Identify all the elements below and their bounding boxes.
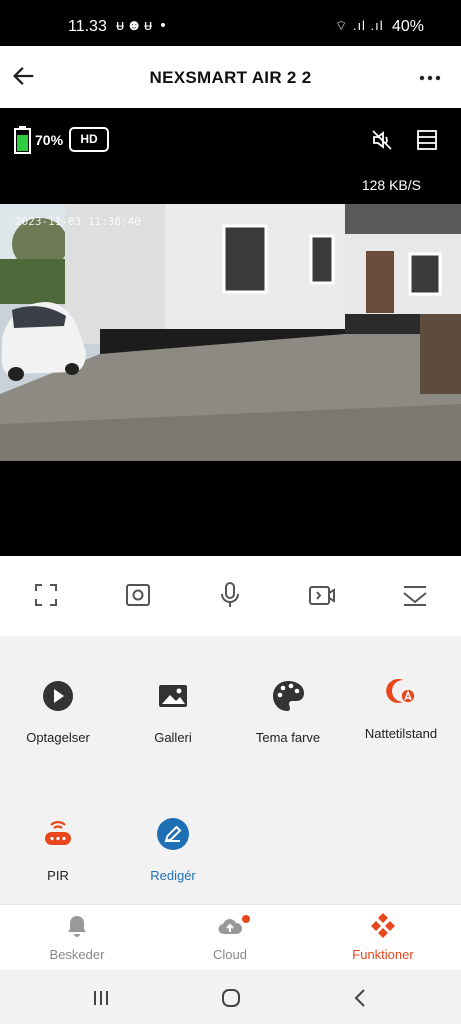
- feature-label: Tema farve: [255, 730, 321, 745]
- snapshot-icon[interactable]: [123, 580, 153, 610]
- feature-gallery[interactable]: Galleri: [118, 678, 228, 745]
- status-time: 11.33: [68, 18, 107, 35]
- notification-dot: [242, 915, 250, 923]
- tab-label: Funktioner: [352, 947, 414, 962]
- fullscreen-icon[interactable]: [31, 580, 61, 610]
- app-bar: NEXSMART AIR 2 2: [0, 46, 461, 108]
- feature-edit[interactable]: Redigér: [118, 816, 228, 883]
- palette-icon: [273, 681, 304, 711]
- feature-label: Galleri: [154, 730, 192, 745]
- video-player[interactable]: 70% HD 128 KB/S 2023-11-03 11:38:40: [0, 108, 461, 556]
- cloud-upload-icon: [218, 919, 243, 935]
- feature-label: Nattetilstand: [364, 726, 438, 741]
- feature-label: PIR: [47, 868, 69, 883]
- bitrate-readout: 128 KB/S: [361, 177, 421, 193]
- home-icon[interactable]: [220, 987, 242, 1009]
- mute-icon[interactable]: [370, 128, 394, 152]
- pir-sensor-icon: [45, 821, 71, 845]
- signal-icons: ⌔ .ıl .ıl: [335, 18, 384, 33]
- tab-functions[interactable]: Funktioner: [323, 913, 443, 962]
- camera-battery-percent: 70%: [35, 132, 64, 148]
- collapse-icon[interactable]: [400, 580, 430, 610]
- layout-icon[interactable]: [415, 128, 439, 152]
- edit-icon: [157, 818, 189, 850]
- feature-theme-color[interactable]: Tema farve: [233, 678, 343, 745]
- feature-recordings[interactable]: Optagelser: [3, 678, 113, 745]
- tab-cloud[interactable]: Cloud: [170, 913, 290, 962]
- record-icon[interactable]: [307, 580, 337, 610]
- video-timestamp: 2023-11-03 11:38:40: [15, 215, 141, 228]
- functions-icon: [371, 913, 395, 938]
- tab-label: Beskeder: [49, 947, 105, 962]
- status-bar: 11.33 ᵾ☻ᵾ • ⌔ .ıl .ıl 40%: [0, 0, 461, 46]
- system-nav-bar: [0, 970, 461, 1024]
- recent-apps-icon[interactable]: [90, 987, 112, 1009]
- feature-grid: Optagelser Galleri Tema farve Nattetilst…: [0, 636, 461, 904]
- player-controls: [0, 556, 461, 636]
- more-horizontal-icon[interactable]: [416, 66, 444, 90]
- microphone-icon[interactable]: [215, 580, 245, 610]
- feature-label: Optagelser: [26, 730, 90, 745]
- feature-pir[interactable]: PIR: [3, 816, 113, 883]
- bell-icon: [68, 916, 86, 937]
- night-auto-icon: [386, 679, 416, 704]
- tab-messages[interactable]: Beskeder: [17, 913, 137, 962]
- battery-icon: [14, 126, 31, 154]
- feature-night-mode[interactable]: Nattetilstand: [346, 674, 456, 741]
- notification-icons: ᵾ☻ᵾ •: [116, 17, 168, 34]
- page-title: NEXSMART AIR 2 2: [149, 68, 312, 87]
- quality-toggle[interactable]: HD: [69, 127, 109, 152]
- bottom-tab-bar: Beskeder Cloud Funktioner: [0, 904, 461, 970]
- play-circle-icon: [43, 681, 73, 711]
- status-battery: 40%: [392, 18, 425, 35]
- back-nav-icon[interactable]: [350, 987, 372, 1009]
- tab-label: Cloud: [213, 947, 247, 962]
- feature-label: Redigér: [150, 868, 196, 883]
- camera-feed-image: [0, 204, 461, 461]
- image-icon: [159, 685, 187, 707]
